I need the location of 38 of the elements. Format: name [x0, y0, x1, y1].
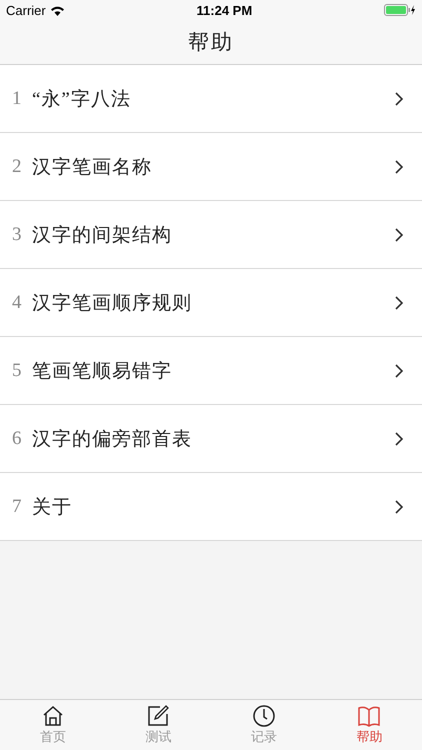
nav-title: 帮助: [188, 29, 234, 56]
chevron-icon: [394, 294, 404, 310]
clock-icon: [252, 704, 276, 728]
help-list-item[interactable]: 6 汉字的偏旁部首表: [0, 405, 422, 473]
item-number: 3: [12, 224, 22, 246]
help-list-item[interactable]: 5 笔画笔顺易错字: [0, 337, 422, 405]
item-label: 汉字的偏旁部首表: [32, 428, 193, 452]
help-list-item[interactable]: 1 “永”字八法: [0, 65, 422, 133]
item-label: 笔画笔顺易错字: [32, 360, 173, 384]
item-label: 汉字笔画名称: [32, 156, 153, 180]
item-number: 7: [12, 496, 22, 518]
book-icon: [357, 704, 382, 728]
item-number: 4: [12, 292, 22, 314]
house-icon: [40, 704, 65, 728]
status-time: 11:24 PM: [196, 2, 252, 18]
pencil-icon: [146, 704, 170, 728]
item-number: 5: [12, 360, 22, 382]
tab-bar-item[interactable]: 帮助: [316, 700, 422, 750]
item-label: 汉字的间架结构: [32, 224, 173, 248]
chevron-icon: [394, 158, 404, 174]
item-number: 6: [12, 428, 22, 450]
carrier-label: Carrier: [6, 2, 46, 18]
item-number: 2: [12, 156, 22, 178]
chevron-icon: [394, 90, 404, 106]
help-list-item[interactable]: 4 汉字笔画顺序规则: [0, 269, 422, 337]
item-label: 关于: [32, 496, 73, 520]
chevron-icon: [394, 430, 404, 446]
help-list-item[interactable]: 3 汉字的间架结构: [0, 201, 422, 269]
battery-icon: [384, 4, 416, 16]
help-list-item[interactable]: 2 汉字笔画名称: [0, 133, 422, 201]
chevron-icon: [394, 498, 404, 514]
chevron-icon: [394, 362, 404, 378]
help-list-item[interactable]: 7 关于: [0, 473, 422, 541]
item-number: 1: [12, 88, 22, 110]
chevron-icon: [394, 226, 404, 242]
wifi-icon: [50, 4, 65, 16]
item-label: “永”字八法: [32, 88, 132, 112]
item-label: 汉字笔画顺序规则: [32, 292, 193, 316]
